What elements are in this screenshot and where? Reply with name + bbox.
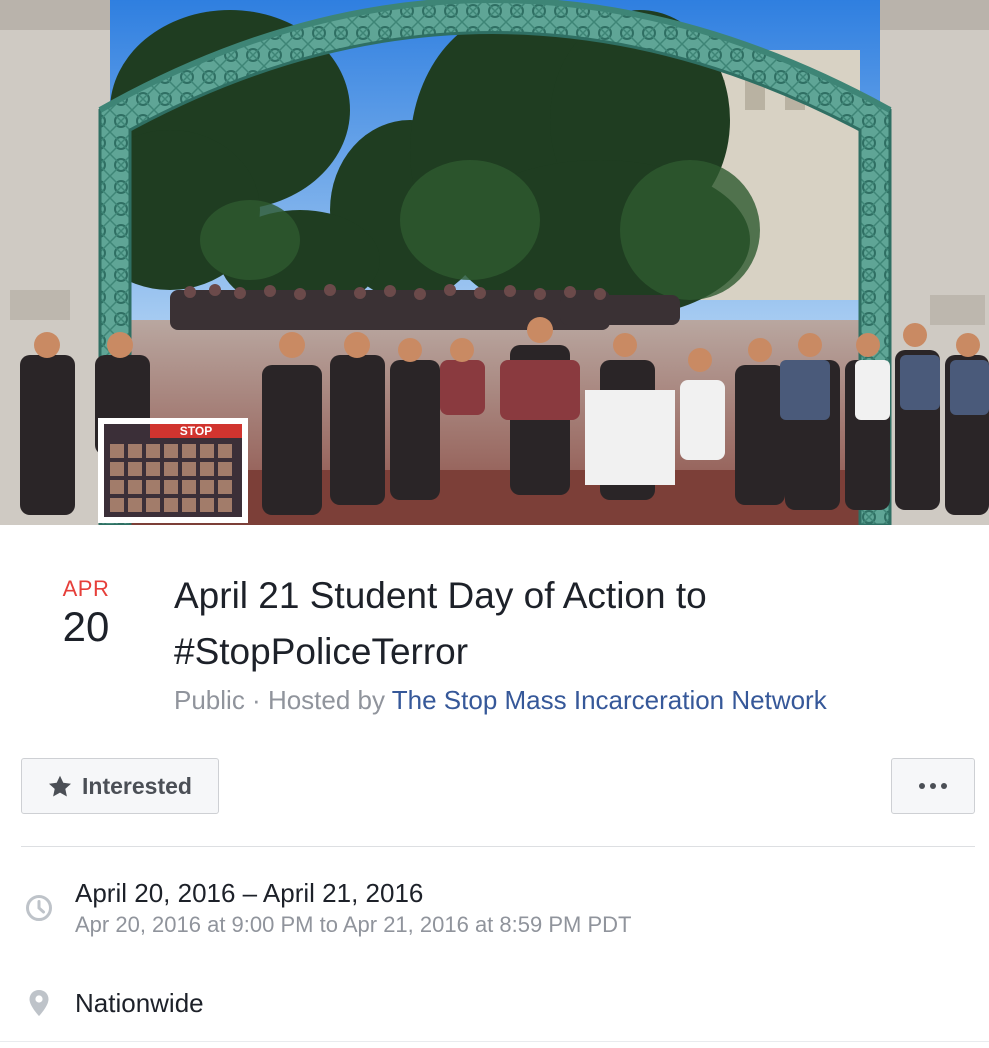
event-title-line1: April 21 Student Day of Action to (174, 575, 707, 616)
event-meta: Public · Hosted by The Stop Mass Incarce… (174, 683, 827, 717)
more-options-icon (919, 783, 947, 789)
cover-photo[interactable]: STOP (0, 0, 989, 525)
event-date-range[interactable]: April 20, 2016 – April 21, 2016 (75, 876, 423, 910)
event-day: 20 (62, 603, 110, 650)
more-options-button[interactable] (891, 758, 975, 814)
star-icon (48, 775, 72, 798)
event-privacy: Public (174, 685, 245, 715)
event-title-line2: #StopPoliceTerror (174, 631, 469, 672)
interested-label: Interested (82, 772, 192, 799)
bottom-divider (0, 1041, 989, 1042)
map-pin-icon (26, 988, 52, 1018)
clock-icon (24, 893, 54, 923)
section-divider (21, 846, 975, 847)
event-title: April 21 Student Day of Action to #StopP… (174, 568, 964, 680)
event-location[interactable]: Nationwide (75, 986, 204, 1020)
sign-text: STOP (180, 424, 212, 438)
meta-separator: · (244, 685, 268, 715)
event-date-badge: APR 20 (30, 574, 142, 650)
host-link[interactable]: The Stop Mass Incarceration Network (392, 685, 827, 715)
event-time-range: Apr 20, 2016 at 9:00 PM to Apr 21, 2016 … (75, 912, 632, 937)
event-month: APR (62, 576, 110, 601)
hosted-by-label: Hosted by (267, 685, 392, 715)
interested-button[interactable]: Interested (21, 758, 219, 814)
